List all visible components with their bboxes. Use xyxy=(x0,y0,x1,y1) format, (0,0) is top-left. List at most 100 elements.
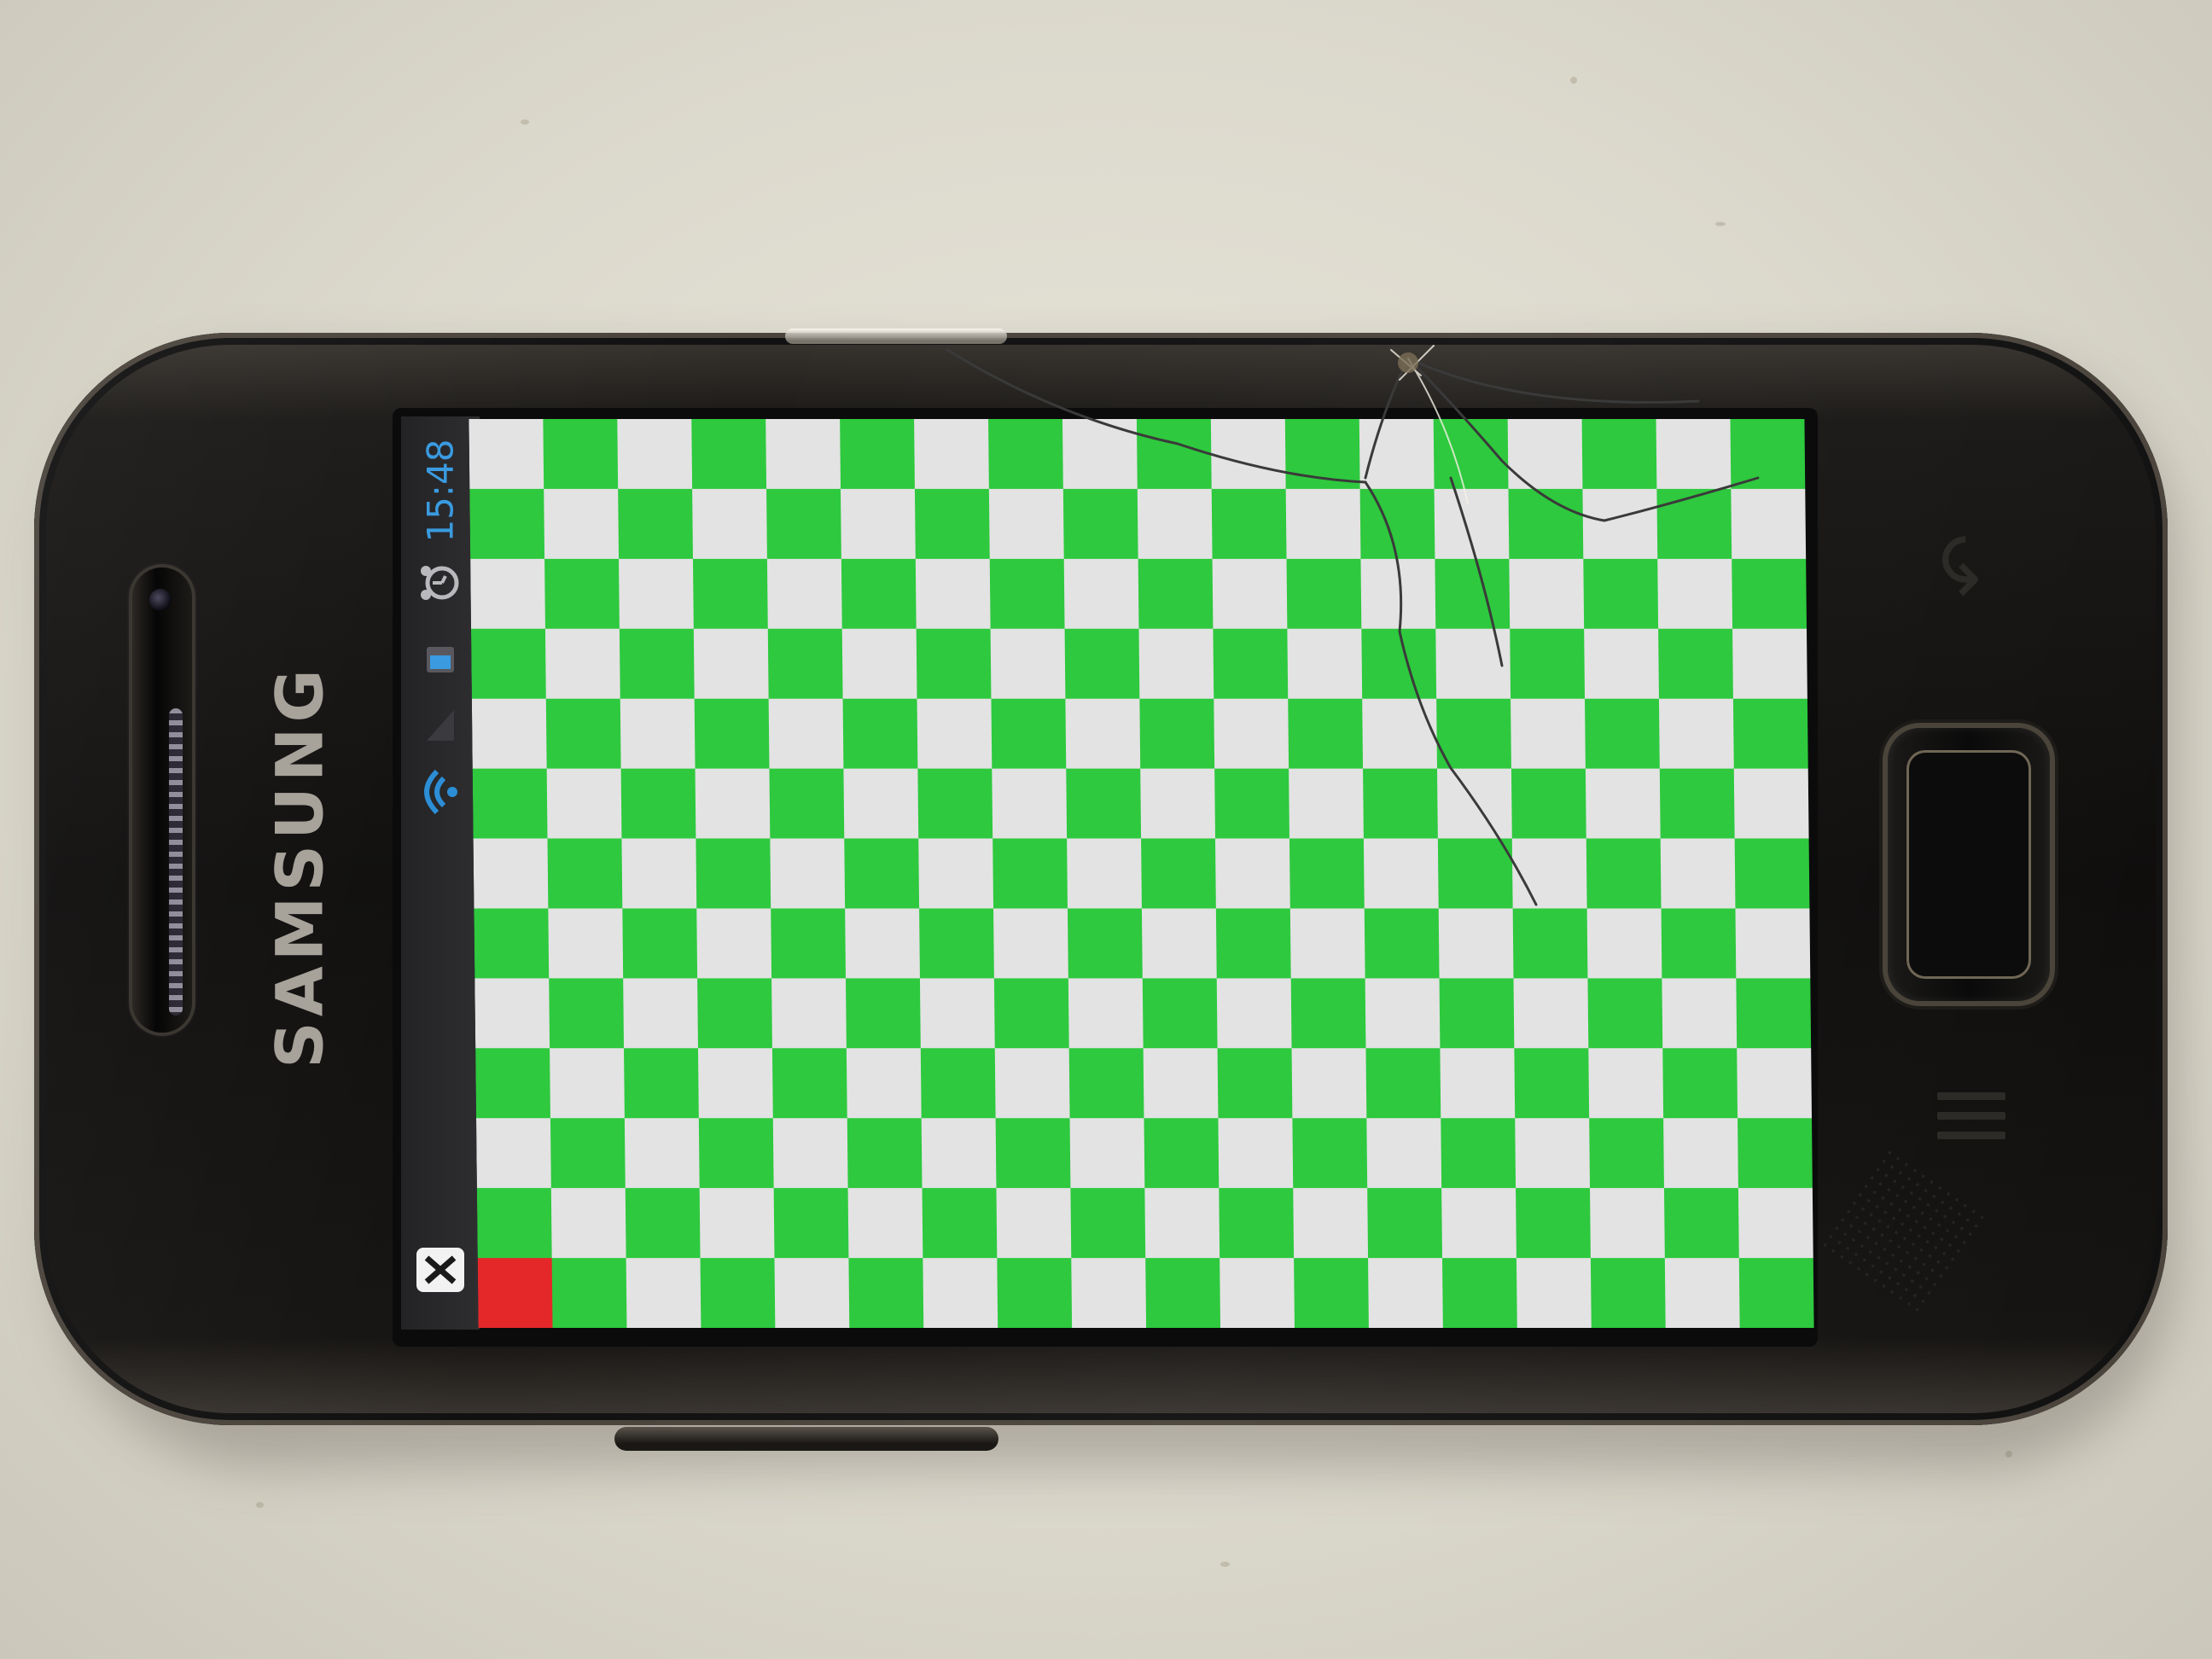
checker-cell xyxy=(1285,488,1361,560)
checkerboard-display[interactable] xyxy=(469,419,1814,1328)
checker-cell xyxy=(547,838,623,909)
checker-cell xyxy=(1290,978,1366,1049)
checker-cell xyxy=(771,1048,848,1119)
checker-cell xyxy=(1436,768,1513,840)
checker-cell xyxy=(1511,838,1588,909)
checker-cell xyxy=(1734,838,1810,909)
checker-cell xyxy=(543,419,619,490)
checker-cell xyxy=(842,698,918,770)
checker-cell xyxy=(1067,908,1144,979)
checker-cell xyxy=(1440,1048,1516,1119)
wifi-icon xyxy=(401,758,480,830)
home-button[interactable] xyxy=(1888,728,2050,1001)
earpiece-speaker xyxy=(132,568,192,1033)
checker-cell xyxy=(1435,628,1511,700)
checker-cell xyxy=(1362,698,1438,770)
checker-cell xyxy=(1359,419,1435,490)
checker-cell xyxy=(771,908,847,979)
notification-x-icon[interactable] xyxy=(401,1236,480,1307)
checker-cell xyxy=(1736,978,1812,1049)
volume-rocker[interactable] xyxy=(614,1427,998,1451)
checker-cell xyxy=(544,558,620,630)
checker-cell xyxy=(1367,1188,1443,1259)
checker-cell xyxy=(1363,838,1440,909)
status-bar[interactable]: 15:48 xyxy=(401,416,480,1330)
checker-cell xyxy=(696,908,772,979)
checker-cell xyxy=(1142,978,1219,1049)
checker-cell xyxy=(469,488,545,560)
checker-cell xyxy=(1441,1188,1517,1259)
checker-cell xyxy=(1220,1258,1295,1328)
checker-cell xyxy=(917,768,993,840)
checker-cell xyxy=(1514,1048,1590,1119)
checker-cell xyxy=(1662,1048,1738,1119)
checker-cell xyxy=(1210,419,1287,490)
checker-cell xyxy=(1583,558,1659,630)
checker-cell xyxy=(1219,1188,1295,1259)
checker-cell xyxy=(1068,978,1144,1049)
checker-cell xyxy=(1141,838,1217,909)
checker-cell xyxy=(1291,1048,1367,1119)
checker-cell xyxy=(1588,1048,1664,1119)
checker-cell xyxy=(1293,1188,1369,1259)
checker-cell xyxy=(848,1258,924,1328)
checker-cell xyxy=(545,698,622,770)
checker-cell xyxy=(1214,698,1289,770)
background-speck xyxy=(1570,77,1577,84)
checker-cell xyxy=(1063,558,1140,630)
checker-cell xyxy=(544,488,620,560)
back-key-icon[interactable]: ↶ xyxy=(1923,533,2012,597)
checker-cell xyxy=(916,628,992,700)
checker-cell xyxy=(1062,419,1138,490)
checker-cell xyxy=(692,488,768,560)
checker-cell xyxy=(1511,698,1586,770)
checker-cell xyxy=(923,1258,998,1328)
checker-cell xyxy=(1585,698,1661,770)
brand-logo: SAMSUNG xyxy=(261,664,338,1068)
checker-cell xyxy=(990,628,1066,700)
checker-cell xyxy=(474,978,550,1049)
checker-cell xyxy=(765,419,841,490)
checker-cell xyxy=(844,838,920,909)
checker-cell xyxy=(1436,698,1512,770)
checker-cell xyxy=(1513,978,1589,1049)
checker-cell xyxy=(471,698,548,770)
checker-cell xyxy=(1738,1118,1813,1189)
checker-cell xyxy=(1661,908,1737,979)
checker-cell xyxy=(475,1048,551,1119)
battery-icon xyxy=(401,630,480,693)
checker-cell xyxy=(769,768,845,840)
checker-cell xyxy=(551,1258,627,1328)
checker-cell xyxy=(548,908,624,979)
checker-cell xyxy=(1439,978,1515,1049)
checker-cell xyxy=(992,768,1068,840)
top-edge-highlight xyxy=(785,329,1007,344)
status-clock-area: 15:48 xyxy=(401,435,480,546)
checker-cell xyxy=(1218,1118,1294,1189)
checker-cell xyxy=(841,628,918,700)
checker-cell xyxy=(1217,1048,1293,1119)
checker-cell xyxy=(1732,558,1807,630)
checkerboard-grid xyxy=(469,419,1814,1328)
checker-cell xyxy=(1363,768,1439,840)
checker-cell xyxy=(1211,488,1288,560)
menu-key-icon[interactable] xyxy=(1937,1092,2005,1169)
checker-cell xyxy=(994,1048,1071,1119)
checker-cell xyxy=(469,419,544,490)
checker-cell xyxy=(921,1118,997,1189)
checker-cell xyxy=(625,1188,701,1259)
checker-cell xyxy=(1582,488,1658,560)
checker-cell xyxy=(843,768,919,840)
checker-cell xyxy=(1516,1258,1592,1328)
checker-cell xyxy=(995,1118,1071,1189)
checker-cell xyxy=(699,1188,775,1259)
checker-cell xyxy=(474,908,550,979)
checker-cell xyxy=(1136,419,1213,490)
checker-cell xyxy=(1433,419,1510,490)
checker-cell xyxy=(773,1188,849,1259)
front-sensor xyxy=(149,589,172,611)
checker-cell xyxy=(1658,698,1735,770)
checker-cell xyxy=(1663,1188,1740,1259)
checker-highlight-cell xyxy=(477,1258,554,1328)
checker-cell xyxy=(619,628,696,700)
